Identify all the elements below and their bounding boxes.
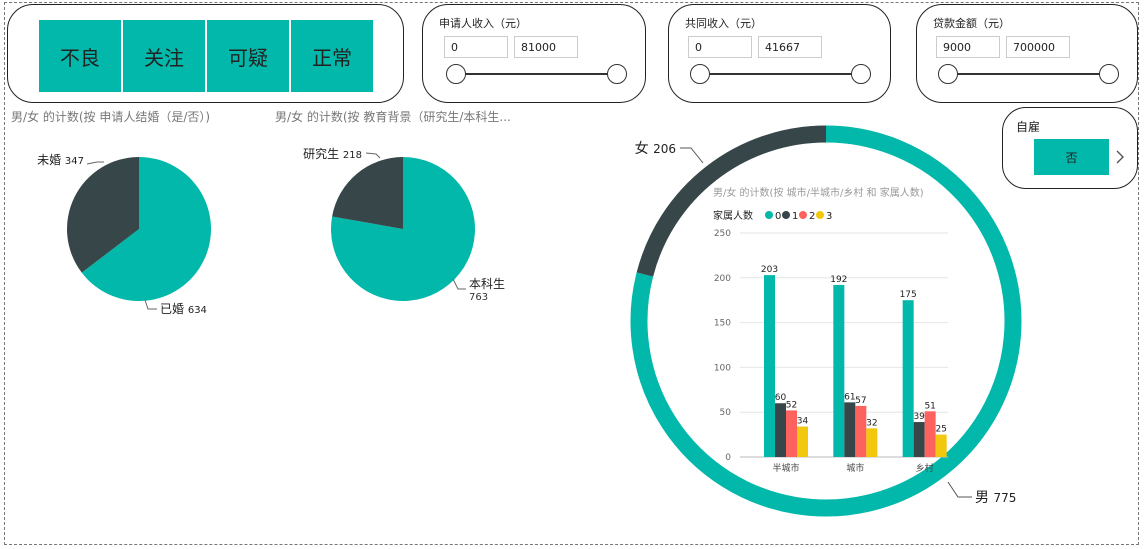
joint-income-min-input[interactable] [688, 36, 752, 58]
self-employed-option-no[interactable]: 否 [1034, 139, 1109, 175]
self-employed-slicer: 自雇 否 [1002, 107, 1138, 189]
loan-amount-slider: 贷款金额（元） [916, 4, 1138, 103]
applicant-income-max-input[interactable] [514, 36, 578, 58]
applicant-income-max-handle[interactable] [607, 64, 627, 84]
category-slicer: 不良 关注 可疑 正常 [7, 4, 404, 103]
joint-income-slider: 共同收入（元） [668, 4, 891, 103]
loan-amount-min-handle[interactable] [938, 64, 958, 84]
category-button-watch[interactable]: 关注 [123, 20, 205, 92]
loan-amount-max-handle[interactable] [1099, 64, 1119, 84]
self-employed-title: 自雇 [1016, 120, 1041, 134]
category-button-bad[interactable]: 不良 [39, 20, 121, 92]
loan-amount-track [948, 73, 1110, 75]
category-button-normal[interactable]: 正常 [291, 20, 373, 92]
joint-income-title: 共同收入（元） [685, 17, 762, 30]
loan-amount-min-input[interactable] [936, 36, 1000, 58]
joint-income-track [700, 73, 862, 75]
joint-income-max-input[interactable] [758, 36, 822, 58]
loan-amount-max-input[interactable] [1006, 36, 1070, 58]
education-pie-title: 男/女 的计数(按 教育背景（研究生/本科生... [275, 110, 511, 124]
applicant-income-min-input[interactable] [444, 36, 508, 58]
chevron-right-icon[interactable] [1114, 149, 1126, 165]
applicant-income-track [456, 73, 617, 75]
applicant-income-min-handle[interactable] [446, 64, 466, 84]
category-button-suspicious[interactable]: 可疑 [207, 20, 289, 92]
joint-income-max-handle[interactable] [851, 64, 871, 84]
applicant-income-slider: 申请人收入（元） [422, 4, 646, 103]
applicant-income-title: 申请人收入（元） [439, 17, 527, 30]
joint-income-min-handle[interactable] [690, 64, 710, 84]
marital-pie-title: 男/女 的计数(按 申请人结婚（是/否）) [11, 110, 211, 124]
loan-amount-title: 贷款金额（元） [933, 17, 1010, 30]
